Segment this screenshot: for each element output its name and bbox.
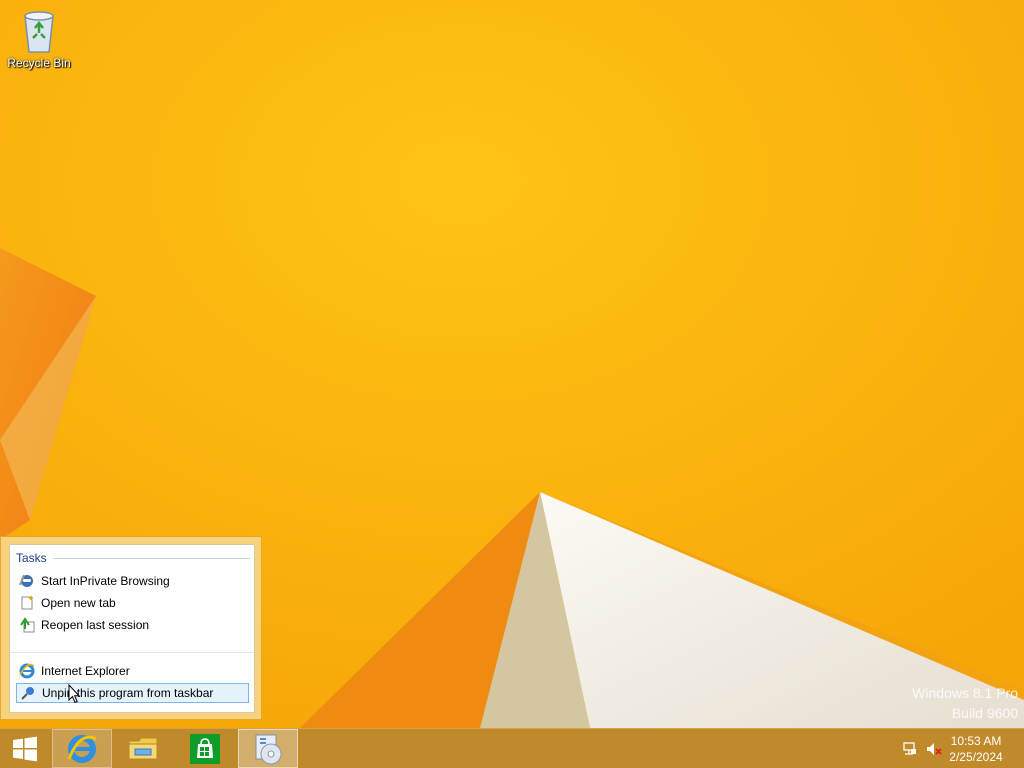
- task-reopen-last-session[interactable]: Reopen last session: [16, 615, 249, 635]
- file-explorer-icon: [128, 737, 158, 759]
- desktop-icon-label: Recycle Bin: [7, 56, 71, 70]
- task-label: Open new tab: [41, 596, 116, 610]
- recycle-bin-icon: [24, 11, 54, 53]
- desktop-icon-recycle-bin[interactable]: Recycle Bin: [4, 6, 74, 70]
- task-label: Start InPrivate Browsing: [41, 574, 170, 588]
- tasks-section-header: Tasks: [16, 550, 250, 566]
- windows-watermark: Windows 8.1 Pro Build 9600: [912, 683, 1018, 723]
- taskbar-installer[interactable]: [238, 729, 298, 768]
- jump-list: Tasks Start InPrivate Browsing Open new …: [0, 536, 262, 720]
- new-tab-icon: [21, 596, 33, 610]
- watermark-build: Build 9600: [951, 705, 1018, 721]
- unpin-from-taskbar[interactable]: Unpin this program from taskbar: [16, 683, 249, 703]
- unpin-icon: [21, 687, 34, 700]
- desktop[interactable]: Recycle Bin Windows 8.1 Pro Build 9600 T…: [0, 0, 1024, 728]
- unpin-label: Unpin this program from taskbar: [42, 686, 214, 700]
- tasks-section-title: Tasks: [16, 551, 47, 565]
- jump-list-panel: Tasks Start InPrivate Browsing Open new …: [9, 544, 255, 713]
- start-button[interactable]: [0, 729, 50, 768]
- app-label: Internet Explorer: [41, 664, 130, 678]
- clock[interactable]: 10:53 AM 2/25/2024: [944, 733, 1008, 765]
- task-label: Reopen last session: [41, 618, 150, 632]
- inprivate-icon: [19, 574, 33, 587]
- taskbar-internet-explorer[interactable]: [52, 729, 112, 768]
- system-tray: 10:53 AM 2/25/2024: [884, 729, 1024, 768]
- taskbar-store[interactable]: [175, 729, 235, 768]
- watermark-edition: Windows 8.1 Pro: [912, 685, 1018, 701]
- taskbar: 10:53 AM 2/25/2024: [0, 728, 1024, 768]
- installer-disc-icon: [255, 734, 282, 764]
- task-start-inprivate[interactable]: Start InPrivate Browsing: [16, 571, 249, 591]
- section-divider: [52, 557, 250, 559]
- internet-explorer-icon: [19, 663, 35, 679]
- store-icon: [190, 733, 220, 764]
- jump-list-app-internet-explorer[interactable]: Internet Explorer: [16, 661, 249, 681]
- jump-list-separator: [10, 652, 254, 653]
- volume-muted-icon[interactable]: [926, 741, 942, 757]
- internet-explorer-icon: [67, 734, 97, 763]
- taskbar-file-explorer[interactable]: [113, 729, 173, 768]
- windows-logo-icon: [13, 736, 37, 761]
- network-icon[interactable]: [902, 741, 918, 757]
- reopen-session-icon: [20, 617, 35, 633]
- clock-time: 10:53 AM: [950, 734, 1002, 748]
- task-open-new-tab[interactable]: Open new tab: [16, 593, 249, 613]
- clock-date: 2/25/2024: [949, 750, 1003, 764]
